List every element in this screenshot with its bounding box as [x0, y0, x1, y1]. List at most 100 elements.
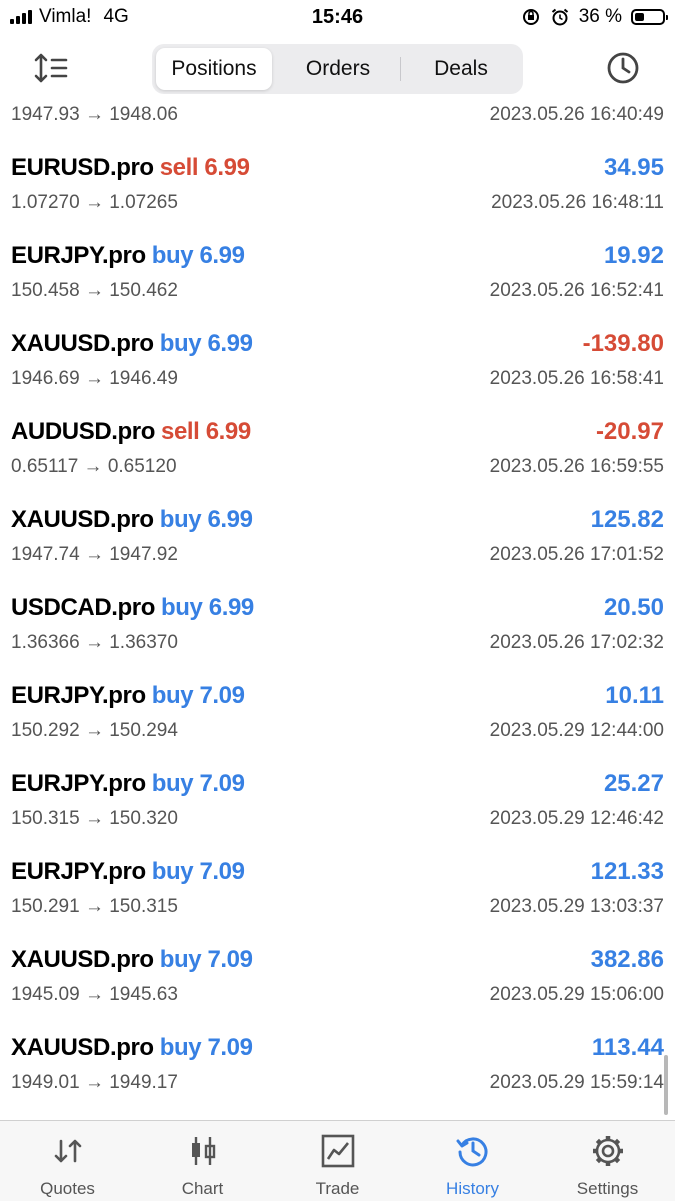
deal-profit: 10.11 — [605, 682, 664, 709]
tab-positions[interactable]: Positions — [156, 48, 272, 90]
deal-time: 2023.05.29 12:46:42 — [489, 808, 664, 829]
deal-symbol: USDCAD.pro — [11, 594, 155, 621]
tab-label: Chart — [181, 1179, 224, 1198]
tab-settings[interactable]: Settings — [540, 1121, 675, 1201]
deal-symbol-line: XAUUSD.pro buy 6.99 — [11, 506, 253, 534]
tab-history[interactable]: History — [405, 1121, 540, 1201]
deal-symbol-line: EURJPY.pro buy 7.09 — [11, 682, 245, 710]
tab-quotes[interactable]: Quotes — [0, 1121, 135, 1201]
clock-icon[interactable] — [605, 50, 641, 86]
status-right: 36 % — [521, 6, 668, 28]
list-item[interactable]: EURJPY.pro buy 7.09 10.11 150.292 → 150.294… — [0, 682, 675, 770]
deal-prices: 1949.01 → 1949.17 — [11, 1072, 178, 1093]
deal-volume: 6.99 — [199, 242, 245, 269]
list-item[interactable]: XAUUSD.pro buy 7.09 113.44 1949.01 → 1949.1… — [0, 1034, 675, 1120]
deal-time: 2023.05.26 16:58:41 — [489, 368, 664, 389]
deal-side: buy — [159, 946, 202, 973]
deal-side: buy — [151, 242, 194, 269]
deal-profit: 25.27 — [603, 770, 664, 797]
deal-profit: 113.44 — [591, 1034, 664, 1061]
deal-profit: 19.92 — [603, 242, 664, 269]
deal-symbol: EURJPY.pro — [11, 858, 146, 885]
deal-profit: -139.80 — [582, 330, 664, 357]
list-item[interactable]: USDCAD.pro buy 6.99 20.50 1.36366 → 1.36370… — [0, 594, 675, 682]
list-item[interactable]: EURJPY.pro buy 6.99 19.92 150.458 → 150.462… — [0, 242, 675, 330]
deal-symbol: EURJPY.pro — [11, 770, 146, 797]
deal-volume: 7.09 — [199, 682, 245, 709]
tab-orders[interactable]: Orders — [276, 48, 400, 90]
deal-prices: 0.65117 → 0.65120 — [11, 456, 177, 477]
list-item[interactable]: EURJPY.pro buy 7.09 25.27 150.315 → 150.320… — [0, 770, 675, 858]
deal-time: 2023.05.29 12:44:00 — [489, 720, 664, 741]
deal-prices: 150.458 → 150.462 — [11, 280, 178, 301]
deal-prices: 1947.93 → 1948.06 — [11, 104, 178, 125]
deal-symbol: EURJPY.pro — [11, 242, 146, 269]
deal-symbol-line: EURUSD.pro sell 6.99 — [11, 154, 250, 182]
deal-symbol: XAUUSD.pro — [11, 946, 154, 973]
deal-volume: 7.09 — [207, 946, 253, 973]
list-item[interactable]: XAUUSD.pro buy 6.99 -139.80 1946.69 → 1946.… — [0, 330, 675, 418]
tab-label: Quotes — [40, 1179, 95, 1198]
battery-percent: 36 % — [578, 6, 622, 27]
deal-side: buy — [151, 858, 194, 885]
deal-side: buy — [159, 1034, 202, 1061]
deals-list[interactable]: 1947.93 → 1948.06 2023.05.26 16:40:49 EU… — [0, 100, 675, 1120]
deal-profit: -20.97 — [595, 418, 664, 445]
gear-icon — [593, 1136, 623, 1166]
deal-profit: 382.86 — [590, 946, 664, 973]
deal-volume: 6.99 — [208, 594, 255, 621]
deal-symbol: XAUUSD.pro — [11, 330, 154, 357]
tab-deals[interactable]: Deals — [402, 48, 520, 90]
deal-symbol-line: EURJPY.pro buy 7.09 — [11, 770, 245, 798]
list-item-partial[interactable]: 1947.93 → 1948.06 2023.05.26 16:40:49 — [0, 100, 675, 130]
tab-chart[interactable]: Chart — [135, 1121, 270, 1201]
tab-label: History — [446, 1179, 499, 1198]
deal-prices: 150.292 → 150.294 — [11, 720, 178, 741]
deal-time: 2023.05.29 15:59:14 — [489, 1072, 664, 1093]
deal-profit: 121.33 — [590, 858, 664, 885]
tab-trade[interactable]: Trade — [270, 1121, 405, 1201]
deal-side: buy — [159, 330, 202, 357]
deal-side: buy — [151, 770, 194, 797]
deal-symbol: EURJPY.pro — [11, 682, 146, 709]
battery-fill — [635, 13, 644, 21]
deal-symbol-line: EURJPY.pro buy 7.09 — [11, 858, 245, 886]
deal-time: 2023.05.26 16:40:49 — [489, 104, 664, 125]
deal-profit: 34.95 — [603, 154, 664, 181]
deal-time: 2023.05.26 16:59:55 — [489, 456, 664, 477]
list-item[interactable]: EURJPY.pro buy 7.09 121.33 150.291 → 150.31… — [0, 858, 675, 946]
deal-symbol-line: XAUUSD.pro buy 7.09 — [11, 946, 253, 974]
deal-side: buy — [161, 594, 203, 621]
deal-time: 2023.05.26 17:01:52 — [489, 544, 664, 565]
deal-side: buy — [159, 506, 202, 533]
header: Positions Orders Deals — [0, 36, 675, 100]
deal-volume: 7.09 — [199, 770, 245, 797]
candlestick-icon — [192, 1137, 216, 1165]
deal-time: 2023.05.29 13:03:37 — [489, 896, 664, 917]
deal-prices: 1945.09 → 1945.63 — [11, 984, 178, 1005]
list-item[interactable]: XAUUSD.pro buy 6.99 125.82 1947.74 → 1947.9… — [0, 506, 675, 594]
deal-symbol: XAUUSD.pro — [11, 506, 154, 533]
deal-symbol-line: XAUUSD.pro buy 7.09 — [11, 1034, 253, 1062]
status-bar: Vimla! 4G 15:46 36 % — [0, 0, 675, 36]
deal-symbol-line: USDCAD.pro buy 6.99 — [11, 594, 254, 622]
sort-icon[interactable] — [32, 50, 72, 86]
deal-side: sell — [159, 154, 199, 181]
deal-side: buy — [151, 682, 194, 709]
deal-prices: 1946.69 → 1946.49 — [11, 368, 178, 389]
list-item[interactable]: XAUUSD.pro buy 7.09 382.86 1945.09 → 1945.6… — [0, 946, 675, 1034]
deal-profit: 125.82 — [590, 506, 664, 533]
tab-label: Trade — [315, 1179, 360, 1198]
deal-symbol: XAUUSD.pro — [11, 1034, 154, 1061]
deal-prices: 1947.74 → 1947.92 — [11, 544, 178, 565]
deal-symbol-line: EURJPY.pro buy 6.99 — [11, 242, 245, 270]
deal-time: 2023.05.29 15:06:00 — [489, 984, 664, 1005]
tab-bar: Quotes Chart Trade History Settings — [0, 1120, 675, 1201]
deal-prices: 150.291 → 150.315 — [11, 896, 178, 917]
list-item[interactable]: AUDUSD.pro sell 6.99 -20.97 0.65117 → 0.651… — [0, 418, 675, 506]
deal-prices: 150.315 → 150.320 — [11, 808, 178, 829]
alarm-icon — [551, 8, 568, 26]
list-item[interactable]: EURUSD.pro sell 6.99 34.95 1.07270 → 1.0726… — [0, 154, 675, 242]
scrollbar[interactable] — [664, 1055, 668, 1115]
deal-volume: 6.99 — [207, 506, 253, 533]
